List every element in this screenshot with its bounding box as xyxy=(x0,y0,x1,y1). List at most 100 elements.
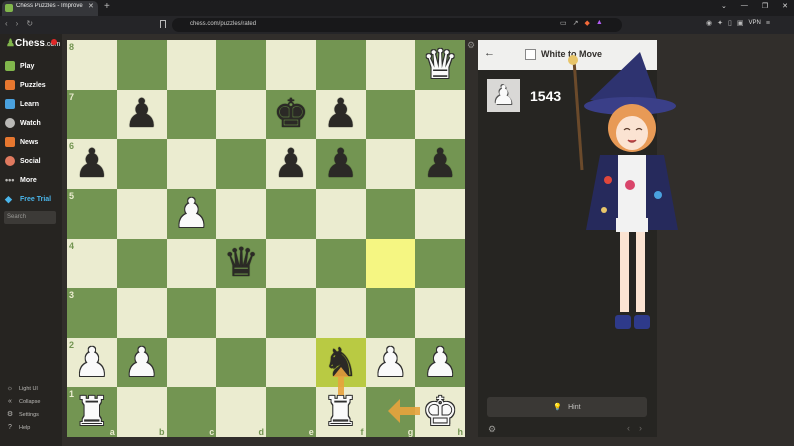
square-b3[interactable] xyxy=(116,288,167,338)
square-e8[interactable] xyxy=(266,40,316,90)
profile-icon[interactable]: ◉ xyxy=(706,19,712,27)
square-e6[interactable]: ♟ xyxy=(266,139,316,189)
square-b8[interactable] xyxy=(116,40,167,90)
square-b7[interactable]: ♟ xyxy=(116,89,167,140)
wallet-icon[interactable]: ▣ xyxy=(737,19,744,27)
maximize-button[interactable]: ❐ xyxy=(762,2,768,10)
black-pawn-icon[interactable]: ♟ xyxy=(117,90,167,140)
square-c4[interactable] xyxy=(166,238,217,289)
vpn-button[interactable]: VPN xyxy=(748,20,760,26)
light-ui-toggle[interactable]: ☼ Light UI xyxy=(6,385,38,393)
square-e5[interactable] xyxy=(266,188,316,239)
settings-button[interactable]: ⚙ Settings xyxy=(6,411,39,419)
square-g7[interactable] xyxy=(365,89,416,140)
square-d2[interactable] xyxy=(216,337,266,388)
square-g5[interactable] xyxy=(365,188,416,239)
square-g4[interactable] xyxy=(365,238,416,289)
square-d1[interactable]: d xyxy=(216,387,266,437)
previous-icon[interactable]: ‹ xyxy=(627,423,630,433)
square-f5[interactable] xyxy=(315,188,366,239)
square-a1[interactable]: 1 a ♜ xyxy=(67,387,117,437)
white-pawn-icon[interactable]: ♟ xyxy=(67,338,117,388)
tab-close-icon[interactable]: ✕ xyxy=(88,2,94,10)
square-d6[interactable] xyxy=(216,139,266,189)
sidebar-item-news[interactable]: News xyxy=(5,137,38,147)
back-arrow-icon[interactable]: ← xyxy=(484,47,495,59)
square-e1[interactable]: e xyxy=(266,387,316,437)
sidebar-item-learn[interactable]: Learn xyxy=(5,99,39,109)
square-g8[interactable] xyxy=(365,40,416,90)
square-c3[interactable] xyxy=(166,288,217,338)
square-c2[interactable] xyxy=(166,337,217,388)
square-g6[interactable] xyxy=(365,139,416,189)
tab-search-icon[interactable]: ⌄ xyxy=(721,2,727,10)
square-f8[interactable] xyxy=(315,40,366,90)
sidebar-item-puzzles[interactable]: Puzzles xyxy=(5,80,46,90)
white-pawn-icon[interactable]: ♟ xyxy=(167,189,217,239)
black-queen-icon[interactable]: ♛ xyxy=(216,239,266,289)
square-h8[interactable]: ♛ xyxy=(415,40,465,90)
square-h5[interactable] xyxy=(415,188,465,239)
square-c8[interactable] xyxy=(166,40,217,90)
menu-icon[interactable]: ≡ xyxy=(766,20,770,27)
back-icon[interactable]: ‹ xyxy=(5,19,8,28)
square-b4[interactable] xyxy=(116,238,167,289)
sidebar-item-more[interactable]: ••• More xyxy=(5,175,37,185)
square-f3[interactable] xyxy=(315,288,366,338)
minimize-button[interactable]: — xyxy=(741,2,748,10)
black-pawn-icon[interactable]: ♟ xyxy=(316,139,366,189)
square-d8[interactable] xyxy=(216,40,266,90)
square-a7[interactable]: 7 xyxy=(67,89,117,140)
next-icon[interactable]: › xyxy=(639,423,642,433)
white-pawn-icon[interactable]: ♟ xyxy=(117,338,167,388)
square-a4[interactable]: 4 xyxy=(67,238,117,289)
board-settings-icon[interactable]: ⚙ xyxy=(467,40,475,51)
square-c5[interactable]: ♟ xyxy=(166,188,217,239)
sidebar-item-social[interactable]: Social xyxy=(5,156,41,166)
sidebar-item-watch[interactable]: Watch xyxy=(5,118,41,128)
forward-icon[interactable]: › xyxy=(16,19,19,28)
square-f6[interactable]: ♟ xyxy=(315,139,366,189)
bookmark-icon[interactable] xyxy=(160,20,166,28)
square-h1[interactable]: h ♚ xyxy=(415,387,465,437)
square-h2[interactable]: ♟ xyxy=(415,337,465,388)
panel-settings-icon[interactable]: ⚙ xyxy=(488,424,496,435)
square-b5[interactable] xyxy=(116,188,167,239)
sidebar-item-free-trial[interactable]: ◆ Free Trial xyxy=(5,194,51,205)
square-c7[interactable] xyxy=(166,89,217,140)
square-e7[interactable]: ♚ xyxy=(266,89,316,140)
square-a5[interactable]: 5 xyxy=(67,188,117,239)
square-d7[interactable] xyxy=(216,89,266,140)
square-a2[interactable]: 2 ♟ xyxy=(67,337,117,388)
square-h7[interactable] xyxy=(415,89,465,140)
square-d5[interactable] xyxy=(216,188,266,239)
black-pawn-icon[interactable]: ♟ xyxy=(316,90,366,140)
cast-icon[interactable]: ▭ xyxy=(560,19,567,27)
square-f4[interactable] xyxy=(315,238,366,289)
square-h4[interactable] xyxy=(415,238,465,289)
square-d3[interactable] xyxy=(216,288,266,338)
square-b6[interactable] xyxy=(116,139,167,189)
black-pawn-icon[interactable]: ♟ xyxy=(415,139,465,189)
white-rook-icon[interactable]: ♜ xyxy=(67,387,117,437)
share-icon[interactable]: ↗ xyxy=(573,19,579,27)
sidebar-item-play[interactable]: Play xyxy=(5,61,34,71)
white-pawn-icon[interactable]: ♟ xyxy=(415,338,465,388)
square-e2[interactable] xyxy=(266,337,316,388)
black-pawn-icon[interactable]: ♟ xyxy=(266,139,316,189)
square-a3[interactable]: 3 xyxy=(67,288,117,338)
white-king-icon[interactable]: ♚ xyxy=(415,387,465,437)
reload-icon[interactable]: ↻ xyxy=(26,19,33,28)
square-g2[interactable]: ♟ xyxy=(365,337,416,388)
square-c1[interactable]: c xyxy=(166,387,217,437)
square-c6[interactable] xyxy=(166,139,217,189)
black-king-icon[interactable]: ♚ xyxy=(266,90,316,140)
square-d4[interactable]: ♛ xyxy=(216,238,266,289)
square-b1[interactable]: b xyxy=(116,387,167,437)
square-h3[interactable] xyxy=(415,288,465,338)
rewards-icon[interactable]: ▲ xyxy=(596,19,603,27)
square-e4[interactable] xyxy=(266,238,316,289)
close-window-button[interactable]: ✕ xyxy=(782,2,788,10)
square-e3[interactable] xyxy=(266,288,316,338)
brave-shield-icon[interactable]: ◆ xyxy=(585,19,590,27)
